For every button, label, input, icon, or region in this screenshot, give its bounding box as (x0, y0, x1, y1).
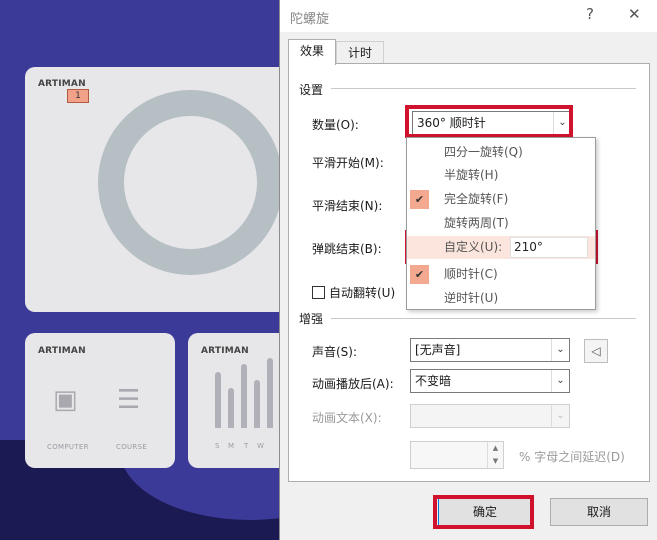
chart-bar (241, 364, 247, 428)
smooth-end-label: 平滑结束(N): (312, 199, 383, 213)
chart-bar (254, 380, 260, 428)
sound-label: 声音(S): (312, 345, 358, 359)
sound-select[interactable]: [无声音] ⌄ (410, 338, 570, 362)
dialog-title: 陀螺旋 (290, 12, 330, 27)
checkmark-icon: ✔ (410, 265, 429, 284)
letter-delay-stepper[interactable]: ▲ ▼ (410, 441, 504, 469)
enhance-group-label: 增强 (299, 312, 324, 326)
stepper-up-icon[interactable]: ▲ (488, 442, 503, 455)
highlight-ok (433, 495, 534, 529)
card-title: ARTIMAN (201, 346, 249, 356)
cancel-button[interactable]: 取消 (550, 498, 648, 526)
highlight-amount (405, 105, 573, 138)
sound-value: [无声音] (415, 343, 461, 357)
chevron-down-icon[interactable]: ⌄ (551, 370, 569, 392)
spin-effect-dialog: 陀螺旋 ? ✕ 效果 计时 设置 数量(O): 360° 顺时针 ⌄ 平滑开始(… (279, 0, 657, 540)
dropdown-option-full[interactable]: ✔ 完全旋转(F) (407, 188, 595, 211)
slide-background: ARTIMAN 1 ARTIMAN ▣ ☰ COMPUTER COURSE AR… (0, 0, 290, 540)
animate-text-label: 动画文本(X): (312, 411, 382, 425)
group-divider (331, 88, 636, 89)
chart-day-label: T (244, 442, 249, 450)
letter-delay-label: % 字母之间延迟(D) (519, 450, 625, 464)
after-animation-label: 动画播放后(A): (312, 377, 394, 391)
chart-day-label: M (228, 442, 235, 450)
dropdown-option-half[interactable]: 半旋转(H) (407, 164, 595, 187)
after-animation-value: 不变暗 (415, 374, 452, 388)
close-icon[interactable]: ✕ (628, 5, 641, 23)
amount-label: 数量(O): (312, 118, 359, 132)
dropdown-option-clockwise[interactable]: ✔ 顺时针(C) (407, 263, 595, 286)
checkmark-icon: ✔ (410, 190, 429, 209)
custom-angle-input[interactable]: 210° (510, 237, 588, 258)
dialog-titlebar[interactable]: 陀螺旋 ? ✕ (280, 0, 657, 32)
computer-icon: ▣ (53, 385, 78, 415)
slide-card-chart[interactable]: ARTIMAN (188, 333, 290, 468)
chart-day-label: W (257, 442, 265, 450)
chevron-down-icon[interactable]: ⌄ (551, 405, 569, 427)
donut-ring-shape[interactable] (98, 90, 283, 275)
animation-order-badge[interactable]: 1 (67, 89, 89, 103)
tab-effect[interactable]: 效果 (288, 39, 336, 65)
notebook-icon: ☰ (117, 385, 141, 415)
slide-card-devices[interactable]: ARTIMAN ▣ ☰ COMPUTER COURSE (25, 333, 175, 468)
chevron-down-icon[interactable]: ⌄ (551, 339, 569, 361)
amount-dropdown-list: 四分一旋转(Q) 半旋转(H) ✔ 完全旋转(F) 旋转两周(T) 自定义(U):… (406, 137, 596, 310)
chart-bar (215, 372, 221, 428)
chart-day-label: S (215, 442, 220, 450)
group-divider (331, 318, 636, 319)
stepper-buttons[interactable]: ▲ ▼ (487, 442, 503, 468)
auto-reverse-label[interactable]: 自动翻转(U) (329, 284, 395, 301)
speaker-icon[interactable]: ◁ (584, 339, 608, 363)
bounce-end-label: 弹跳结束(B): (312, 242, 382, 256)
auto-reverse-checkbox[interactable] (312, 286, 325, 299)
chart-bar (228, 388, 234, 428)
card-title: ARTIMAN (38, 79, 86, 89)
dropdown-option-quarter[interactable]: 四分一旋转(Q) (407, 141, 595, 164)
dropdown-option-counterclockwise[interactable]: 逆时针(U) (407, 287, 595, 310)
dropdown-option-two-spins[interactable]: 旋转两周(T) (407, 212, 595, 235)
animate-text-select[interactable]: ⌄ (410, 404, 570, 428)
smooth-start-label: 平滑开始(M): (312, 156, 384, 170)
stepper-down-icon[interactable]: ▼ (488, 455, 503, 468)
after-animation-select[interactable]: 不变暗 ⌄ (410, 369, 570, 393)
card-title: ARTIMAN (38, 346, 86, 356)
dropdown-option-custom[interactable]: 自定义(U): 210° (407, 236, 595, 259)
course-label: COURSE (116, 443, 148, 451)
tab-timing[interactable]: 计时 (336, 41, 384, 65)
computer-label: COMPUTER (47, 443, 89, 451)
chart-bar (267, 358, 273, 428)
settings-group-label: 设置 (299, 83, 324, 97)
help-button[interactable]: ? (586, 5, 594, 23)
